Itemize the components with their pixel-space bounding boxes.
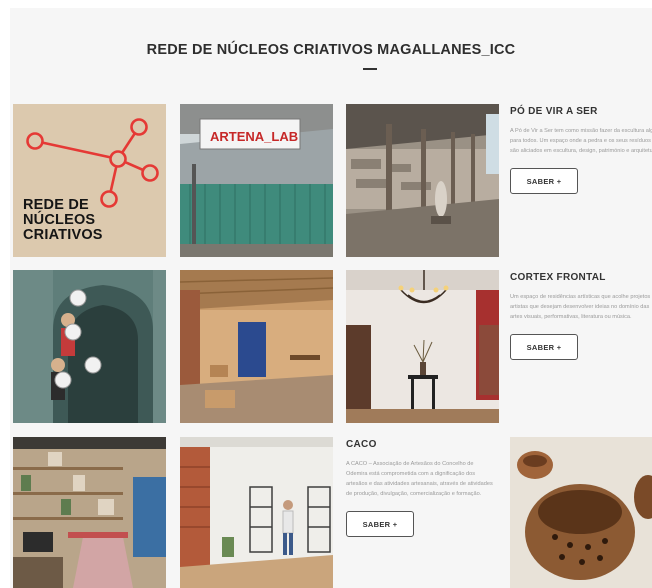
item-caco: CACO A CACO – Associação de Artesãos do … xyxy=(346,439,496,537)
page: REDE DE NÚCLEOS CRIATIVOS MAGALLANES_ICC… xyxy=(10,8,652,588)
logo-wordmark: REDE DE NÚCLEOS CRIATIVOS xyxy=(23,197,103,243)
item-description: A CACO – Associação de Artesãos do Conce… xyxy=(346,461,493,497)
item-po-de-vir-a-ser: PÓ DE VIR A SER A Pó de Vir a Ser tem co… xyxy=(510,106,652,194)
item-title: CACO xyxy=(346,439,377,450)
photo-craft-workshop[interactable] xyxy=(13,437,166,588)
photo-stone-workshop[interactable] xyxy=(346,104,499,257)
photo-performers-in-arch[interactable] xyxy=(13,270,166,423)
photo-clay-pots[interactable] xyxy=(510,437,652,588)
item-title: CORTEX FRONTAL xyxy=(510,272,606,283)
item-title: PÓ DE VIR A SER xyxy=(510,106,598,117)
photo-artena-lab-building[interactable]: ARTENA_LAB xyxy=(180,104,333,257)
item-cortex-frontal: CORTEX FRONTAL Um espaço de residências … xyxy=(510,272,652,360)
saber-button[interactable]: SABER + xyxy=(510,168,578,194)
saber-button[interactable]: SABER + xyxy=(510,334,578,360)
photo-wooden-interior[interactable] xyxy=(180,270,333,423)
artena-lab-sign: ARTENA_LAB xyxy=(210,129,298,144)
photo-gallery-room[interactable] xyxy=(180,437,333,588)
title-divider xyxy=(363,68,377,70)
item-description: A Pó de Vir a Ser tem como missão fazer … xyxy=(510,128,652,154)
item-description: Um espaço de residências artísticas que … xyxy=(510,294,652,320)
page-title: REDE DE NÚCLEOS CRIATIVOS MAGALLANES_ICC xyxy=(146,42,516,58)
rede-logo-tile: REDE DE NÚCLEOS CRIATIVOS xyxy=(13,104,166,257)
photo-chandelier-hall[interactable] xyxy=(346,270,499,423)
saber-button[interactable]: SABER + xyxy=(346,511,414,537)
